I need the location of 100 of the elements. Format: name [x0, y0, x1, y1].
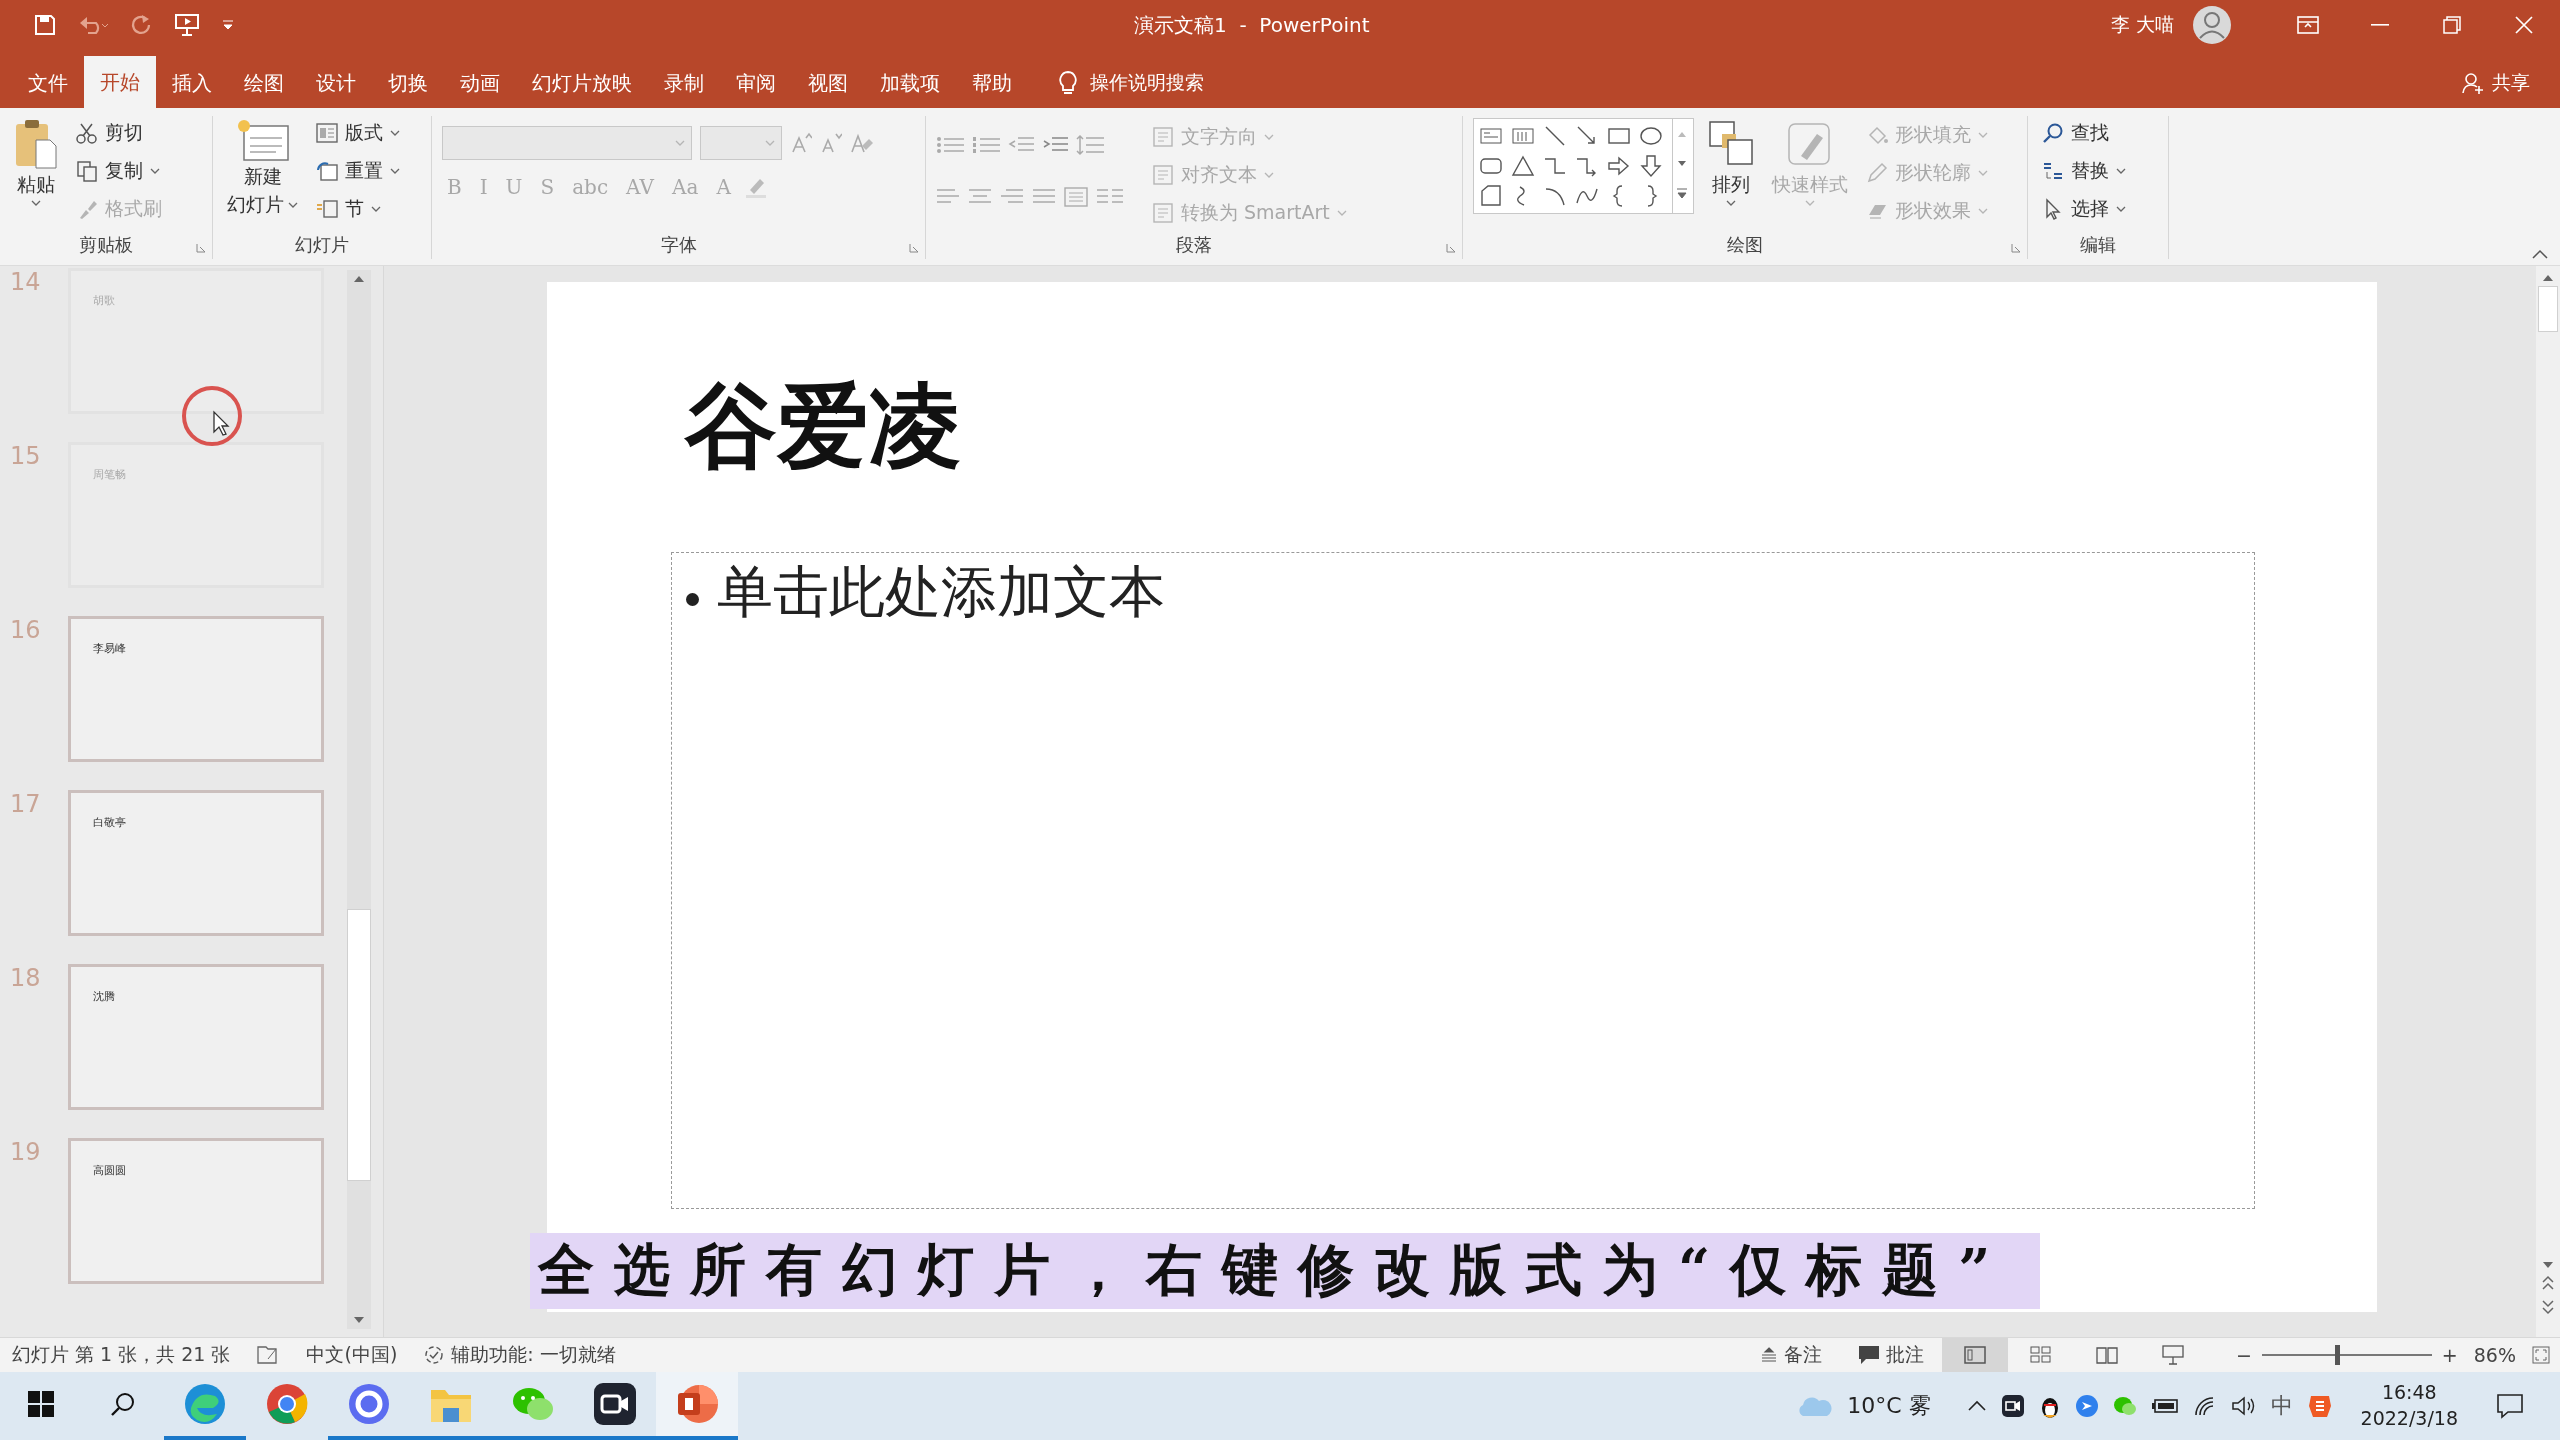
notes-button[interactable]: 备注 — [1741, 1338, 1840, 1372]
battery-icon[interactable] — [2150, 1398, 2179, 1414]
video-camera-icon[interactable] — [2000, 1394, 2025, 1418]
dialog-launcher-icon[interactable] — [196, 243, 206, 253]
scrollbar-thumb[interactable] — [2538, 286, 2558, 332]
chevron-up-icon[interactable] — [1966, 1400, 1987, 1412]
ribbon-display-icon[interactable] — [2297, 16, 2319, 34]
scrollbar-thumb[interactable] — [347, 909, 371, 1181]
grow-font-icon[interactable] — [790, 132, 812, 154]
accessibility-status[interactable]: 辅助功能: 一切就绪 — [451, 1342, 616, 1368]
caret-icon[interactable] — [2116, 206, 2126, 212]
zoom-level[interactable]: 86% — [2473, 1344, 2516, 1366]
chrome-icon[interactable] — [265, 1382, 309, 1426]
new-slide-button[interactable]: 新建 幻灯片 — [223, 116, 302, 220]
ribbon-tab[interactable]: 幻灯片放映 — [516, 58, 648, 108]
shape-icon[interactable] — [1478, 183, 1504, 209]
font-size-field[interactable] — [700, 126, 782, 160]
clipboard-command[interactable]: 复制 — [72, 154, 166, 188]
clipboard-command[interactable]: 剪切 — [72, 116, 166, 150]
system-clock[interactable]: 16:48 2022/3/18 — [2360, 1380, 2458, 1432]
dialog-launcher-icon[interactable] — [909, 243, 919, 253]
caret-icon[interactable] — [371, 206, 381, 212]
search-icon[interactable] — [110, 1391, 136, 1417]
ribbon-tab[interactable]: 动画 — [444, 58, 516, 108]
dialog-launcher-icon[interactable] — [1446, 243, 1456, 253]
slide-thumbnail[interactable]: 沈腾 — [68, 964, 324, 1110]
editing-command[interactable]: 选择 — [2038, 192, 2130, 226]
slide-command[interactable]: 重置 — [312, 154, 404, 188]
shape-icon[interactable] — [1510, 153, 1536, 179]
shape-icon[interactable] — [1638, 153, 1664, 179]
editing-command[interactable]: 替换 — [2038, 154, 2130, 188]
slide-thumbnail[interactable]: 李易峰 — [68, 616, 324, 762]
zoom-slider-thumb[interactable] — [2334, 1345, 2340, 1365]
arrange-button[interactable]: 排列 — [1704, 118, 1758, 208]
caret-icon[interactable] — [390, 168, 400, 174]
slide-title[interactable]: 谷爱凌 — [685, 372, 2377, 552]
ribbon-tab[interactable]: 切换 — [372, 58, 444, 108]
close-icon[interactable] — [2515, 16, 2533, 34]
content-placeholder[interactable]: 单击此处添加文本 — [671, 552, 2255, 1209]
shrink-font-icon[interactable] — [820, 132, 842, 154]
input-app-icon[interactable] — [2306, 1393, 2333, 1419]
ribbon-tab[interactable]: 设计 — [300, 58, 372, 108]
undo-icon[interactable] — [78, 15, 108, 35]
comments-button[interactable]: 批注 — [1839, 1338, 1942, 1372]
windows-start-icon[interactable] — [28, 1391, 54, 1417]
presentation-app-icon[interactable] — [675, 1382, 719, 1426]
shape-gallery[interactable] — [1473, 118, 1694, 214]
ribbon-tab[interactable]: 绘图 — [228, 58, 300, 108]
font-name-field[interactable] — [442, 126, 692, 160]
zoom-out-button[interactable]: − — [2235, 1344, 2252, 1366]
present-icon[interactable] — [174, 13, 200, 37]
ribbon-tab[interactable]: 文件 — [12, 58, 84, 108]
scrollbar[interactable] — [347, 270, 371, 1329]
speaker-icon[interactable] — [2230, 1395, 2257, 1417]
dialog-launcher-icon[interactable] — [2011, 243, 2021, 253]
slide-command[interactable]: 版式 — [312, 116, 404, 150]
save-icon[interactable] — [34, 14, 56, 36]
scrollbar[interactable] — [2536, 266, 2560, 1337]
share-button[interactable]: 共享 — [2456, 58, 2536, 108]
slide-command[interactable]: 节 — [312, 192, 404, 226]
caret-icon[interactable] — [150, 168, 160, 174]
view-button[interactable] — [1941, 1338, 2008, 1372]
language-indicator[interactable]: 中文(中国) — [306, 1342, 398, 1368]
ribbon-tab[interactable]: 录制 — [648, 58, 720, 108]
editing-command[interactable]: 查找 — [2038, 116, 2130, 150]
ribbon-tab[interactable]: 开始 — [84, 56, 156, 108]
ribbon-tab[interactable]: 加载项 — [864, 58, 956, 108]
zoom-in-button[interactable]: + — [2441, 1344, 2458, 1366]
lightbulb-icon[interactable] — [1058, 70, 1078, 96]
caret-icon[interactable] — [1726, 200, 1736, 206]
ribbon-tab[interactable]: 审阅 — [720, 58, 792, 108]
slide-thumbnail[interactable]: 高圆圆 — [68, 1138, 324, 1284]
fit-slide-icon[interactable] — [2532, 1346, 2550, 1364]
caret-icon[interactable] — [2116, 168, 2126, 174]
customize-caret-icon[interactable] — [222, 20, 234, 30]
caret-icon[interactable] — [390, 130, 400, 136]
redo-icon[interactable] — [130, 14, 152, 36]
collapse-ribbon-icon[interactable] — [2532, 249, 2548, 259]
line-spacing-icon[interactable] — [1076, 134, 1104, 156]
avatar-icon[interactable] — [2192, 5, 2232, 45]
tell-me-search[interactable]: 操作说明搜索 — [1090, 70, 1204, 96]
clipboard-icon — [14, 118, 58, 170]
edge-icon[interactable] — [183, 1382, 227, 1426]
paper-plane-app-icon[interactable] — [2074, 1394, 2099, 1418]
notification-icon[interactable] — [2496, 1393, 2524, 1419]
caret-icon[interactable] — [288, 202, 298, 208]
caret-icon[interactable] — [31, 200, 41, 206]
input-method-indicator[interactable]: 中 — [2270, 1391, 2293, 1421]
paste-button[interactable]: 粘贴 — [10, 116, 62, 208]
weather-text[interactable]: 10°C 雾 — [1847, 1391, 1931, 1421]
restore-icon[interactable] — [2443, 16, 2461, 34]
ribbon-tab[interactable]: 插入 — [156, 58, 228, 108]
bullets-icon[interactable] — [936, 135, 964, 155]
ribbon-tab[interactable]: 帮助 — [956, 58, 1028, 108]
clear-format-icon[interactable] — [850, 132, 874, 154]
video-camera-icon[interactable] — [593, 1382, 637, 1426]
ring-app-icon[interactable] — [347, 1382, 391, 1426]
slide-thumbnail[interactable]: 白敬亭 — [68, 790, 324, 936]
ribbon-tab[interactable]: 视图 — [792, 58, 864, 108]
numbering-icon[interactable] — [972, 135, 1000, 155]
